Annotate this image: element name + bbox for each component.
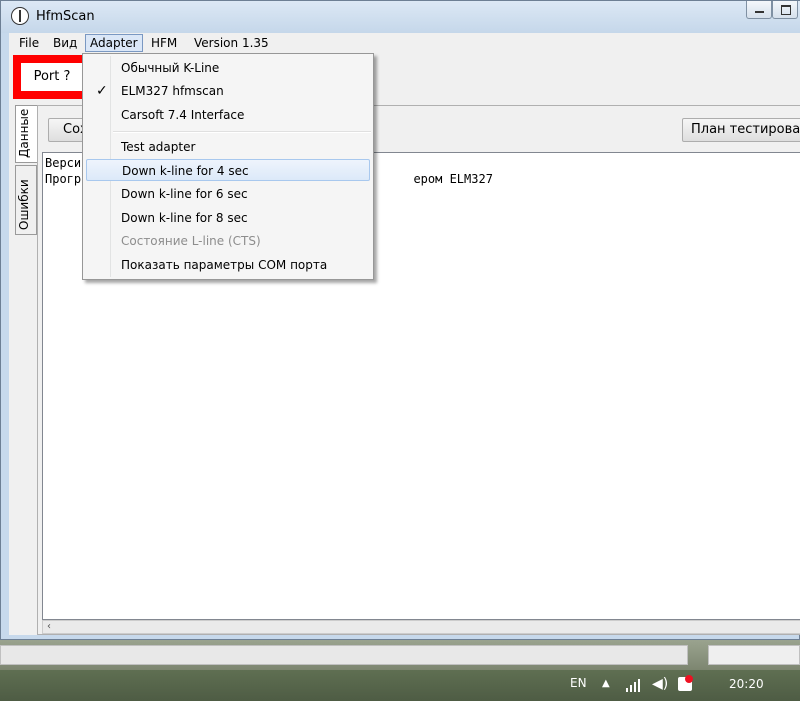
tab-errors-label: Ошибки (17, 179, 31, 230)
menu-item-label: Down k-line for 4 sec (122, 164, 249, 178)
menu-adapter[interactable]: Adapter (85, 34, 143, 52)
checkmark-icon: ✓ (96, 83, 108, 99)
maximize-button[interactable] (772, 1, 798, 19)
menu-view[interactable]: Вид (49, 35, 81, 51)
menu-item-label: Down k-line for 6 sec (121, 187, 248, 201)
minimize-button[interactable] (746, 1, 772, 19)
title-bar[interactable]: HfmScan (1, 1, 800, 33)
menu-item-label: Down k-line for 8 sec (121, 211, 248, 225)
menu-hfm[interactable]: HFM (147, 35, 181, 51)
menu-item-label: Показать параметры COM порта (121, 258, 328, 272)
network-signal-icon[interactable] (626, 678, 644, 692)
port-status-indicator: Port ? (13, 55, 91, 99)
menu-item-normal-kline[interactable]: Обычный K-Line (86, 57, 370, 79)
language-indicator[interactable]: EN (570, 676, 587, 690)
background-window-strip (0, 645, 688, 665)
horizontal-scrollbar[interactable]: ‹ (42, 620, 800, 634)
menu-item-label: Test adapter (121, 140, 196, 154)
app-icon (11, 7, 29, 25)
taskbar: EN ▲ ◀) 20:20 (0, 670, 800, 701)
menu-bar: File Вид Adapter HFM Version 1.35 (9, 33, 800, 53)
menu-separator (113, 131, 371, 133)
adapter-dropdown-menu: Обычный K-Line ✓ ELM327 hfmscan Carsoft … (82, 53, 374, 280)
test-plan-button[interactable]: План тестирования (682, 118, 800, 142)
menu-item-test-adapter[interactable]: Test adapter (86, 136, 370, 158)
power-icon[interactable] (678, 675, 693, 691)
menu-item-down-kline-4[interactable]: Down k-line for 4 sec (86, 159, 370, 181)
tray-expand-icon[interactable]: ▲ (602, 678, 610, 689)
tab-errors[interactable]: Ошибки (15, 165, 37, 235)
tab-data-label: Данные (17, 108, 31, 158)
clock[interactable]: 20:20 (729, 677, 764, 691)
menu-version[interactable]: Version 1.35 (190, 35, 273, 51)
side-tabs: Данные Ошибки (15, 105, 37, 265)
scroll-left-arrow-icon[interactable]: ‹ (47, 621, 51, 632)
menu-item-lline-state: Состояние L-line (CTS) (86, 230, 370, 252)
menu-file[interactable]: File (15, 35, 43, 51)
volume-icon[interactable]: ◀) (652, 676, 668, 692)
menu-item-label: Обычный K-Line (121, 61, 220, 75)
menu-item-com-params[interactable]: Показать параметры COM порта (86, 254, 370, 276)
menu-item-label: Carsoft 7.4 Interface (121, 108, 245, 122)
menu-item-elm327[interactable]: ✓ ELM327 hfmscan (86, 80, 370, 102)
menu-item-label: Состояние L-line (CTS) (121, 234, 261, 248)
tab-data[interactable]: Данные (15, 105, 37, 163)
port-button[interactable]: Port ? (21, 63, 83, 91)
menu-item-down-kline-6[interactable]: Down k-line for 6 sec (86, 183, 370, 205)
background-window-strip (708, 645, 800, 665)
window-title: HfmScan (36, 9, 95, 24)
menu-item-down-kline-8[interactable]: Down k-line for 8 sec (86, 207, 370, 229)
menu-item-label: ELM327 hfmscan (121, 84, 224, 98)
menu-item-carsoft[interactable]: Carsoft 7.4 Interface (86, 104, 370, 126)
